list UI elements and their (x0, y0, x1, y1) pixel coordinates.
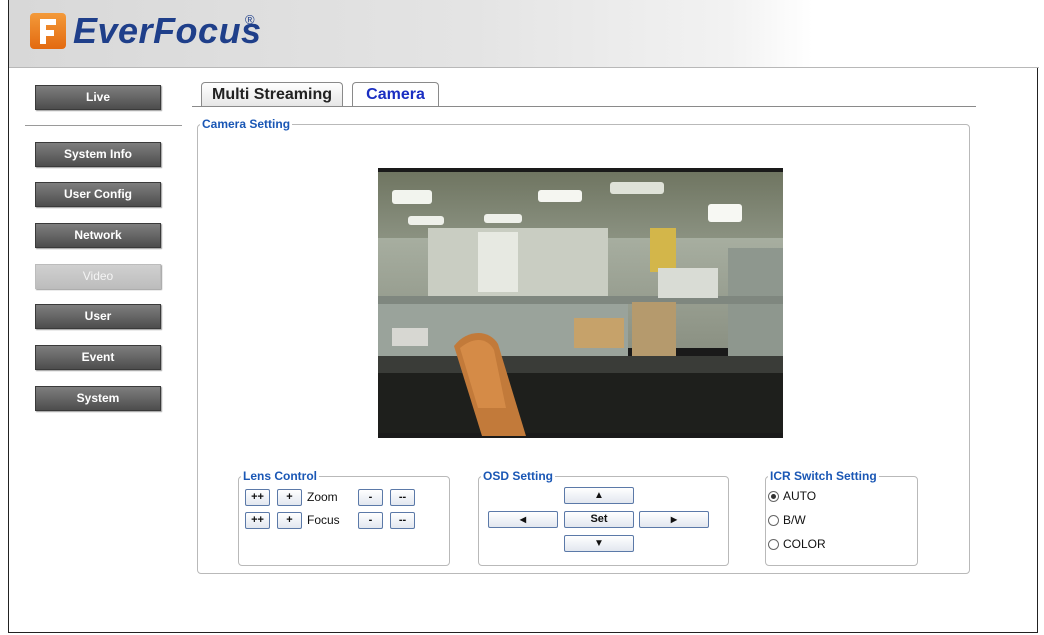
nav-system-info-button[interactable]: System Info (35, 142, 161, 167)
everfocus-logo-icon (30, 13, 66, 49)
brand-name: EverFocus (73, 10, 262, 51)
app-frame: EverFocus ® Live System Info User Config… (8, 0, 1039, 633)
osd-up-button[interactable]: ▲ (564, 487, 634, 504)
icr-switch-legend: ICR Switch Setting (770, 469, 877, 483)
nav-user-button[interactable]: User (35, 304, 161, 329)
focus-fast-near-button[interactable]: ++ (245, 512, 270, 529)
focus-label: Focus (307, 513, 340, 527)
zoom-in-button[interactable]: + (277, 489, 302, 506)
zoom-label: Zoom (307, 490, 338, 504)
lens-control-legend: Lens Control (243, 469, 317, 483)
icr-auto-radio[interactable] (768, 491, 779, 502)
tab-underline (192, 106, 976, 107)
icr-bw-radio[interactable] (768, 515, 779, 526)
icr-color-label: COLOR (783, 537, 826, 551)
nav-network-button[interactable]: Network (35, 223, 161, 248)
zoom-fast-in-button[interactable]: ++ (245, 489, 270, 506)
nav-event-button[interactable]: Event (35, 345, 161, 370)
osd-set-button[interactable]: Set (564, 511, 634, 528)
camera-setting-legend: Camera Setting (202, 117, 291, 131)
focus-near-button[interactable]: + (277, 512, 302, 529)
nav-divider (25, 125, 182, 126)
osd-setting-legend: OSD Setting (483, 469, 554, 483)
tab-camera[interactable]: Camera (352, 82, 439, 106)
osd-right-button[interactable]: ▶ (639, 511, 709, 528)
live-video-view (378, 168, 783, 438)
focus-far-button[interactable]: - (358, 512, 383, 529)
osd-down-button[interactable]: ▼ (564, 535, 634, 552)
nav-system-button[interactable]: System (35, 386, 161, 411)
brand-registered-mark: ® (245, 12, 255, 27)
zoom-out-button[interactable]: - (358, 489, 383, 506)
icr-color-radio[interactable] (768, 539, 779, 550)
icr-bw-label: B/W (783, 513, 806, 527)
zoom-fast-out-button[interactable]: -- (390, 489, 415, 506)
focus-fast-far-button[interactable]: -- (390, 512, 415, 529)
osd-left-button[interactable]: ◀ (488, 511, 558, 528)
icr-auto-label: AUTO (783, 489, 817, 503)
header-banner: EverFocus ® (9, 0, 1039, 68)
nav-user-config-button[interactable]: User Config (35, 182, 161, 207)
tab-multi-streaming[interactable]: Multi Streaming (201, 82, 343, 106)
nav-video-button[interactable]: Video (35, 264, 161, 289)
nav-live-button[interactable]: Live (35, 85, 161, 110)
